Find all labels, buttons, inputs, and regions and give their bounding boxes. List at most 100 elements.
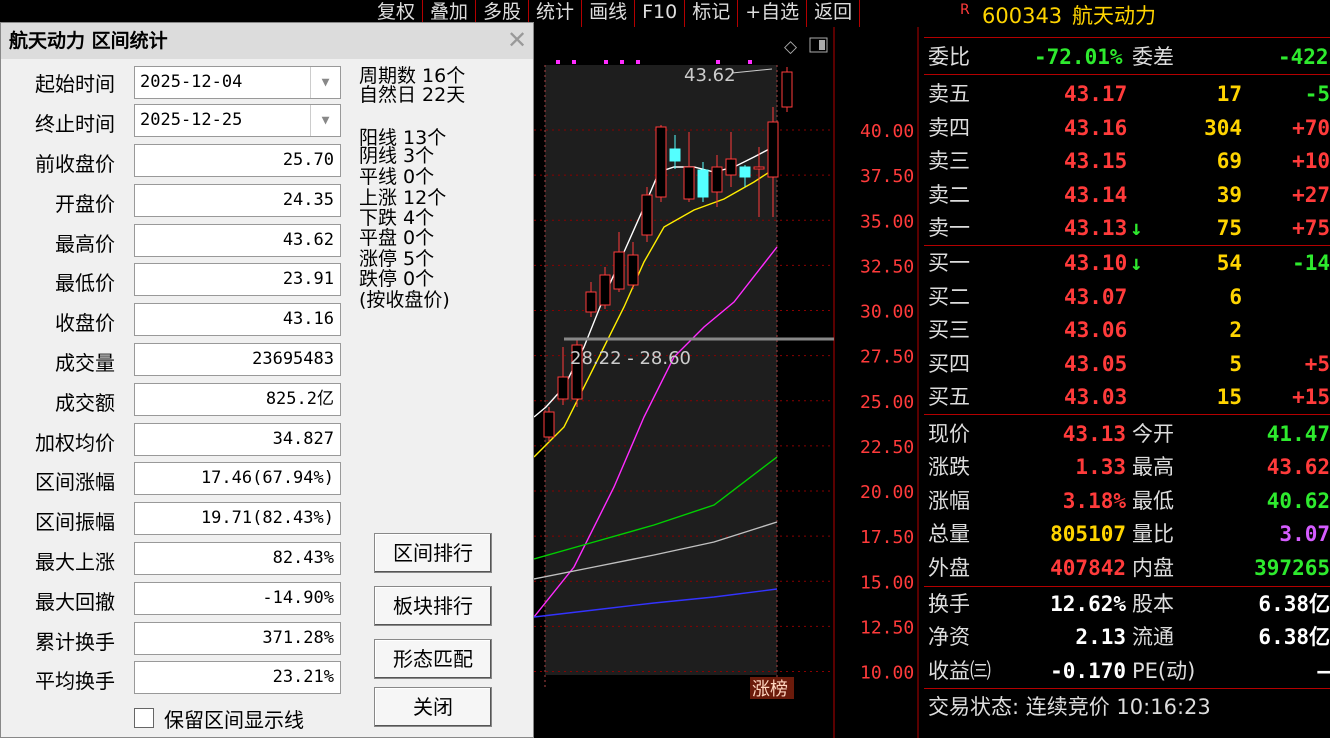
- field-value[interactable]: 23.91: [134, 263, 341, 297]
- candle-body[interactable]: [613, 251, 625, 290]
- field-value[interactable]: 19.71(82.43%): [134, 502, 341, 536]
- level-volume: 75: [1216, 216, 1242, 241]
- stat-label: 内盘: [1132, 555, 1174, 580]
- stat-value: 41.47: [1266, 422, 1330, 446]
- end-time-select[interactable]: 2025-12-25 ▼: [134, 104, 341, 137]
- candle-body[interactable]: [739, 166, 751, 178]
- divider: [924, 586, 1330, 587]
- field-value[interactable]: 43.16: [134, 303, 341, 337]
- level-change: +75: [1292, 216, 1330, 241]
- range-info-line: (按收盘价): [359, 289, 450, 311]
- chevron-down-icon[interactable]: ▼: [310, 67, 340, 98]
- range-info-line: 自然日 22天: [359, 84, 466, 106]
- level-label: 买二: [928, 284, 970, 309]
- candle-body[interactable]: [585, 291, 597, 313]
- field-value[interactable]: -14.90%: [134, 581, 341, 615]
- level-price: 43.03: [1064, 385, 1128, 410]
- level-label: 卖五: [928, 82, 970, 106]
- stat-row: 涨跌 1.33 最高 43.62: [924, 451, 1330, 484]
- candle-body[interactable]: [669, 148, 681, 162]
- field-value[interactable]: 25.70: [134, 144, 341, 177]
- candle-body[interactable]: [767, 121, 779, 178]
- toolbar-draw-button[interactable]: 画线: [582, 0, 636, 27]
- dialog-title[interactable]: 航天动力 区间统计: [1, 23, 533, 59]
- field-value[interactable]: 825.2亿: [134, 382, 341, 416]
- price-tick-label: 37.50: [860, 166, 914, 187]
- kline-chart-canvas[interactable]: 40.00 37.50 35.00 32.50 30.00 27.50 25.00 22.50…: [534, 27, 924, 738]
- kline-chart[interactable]: 40.00 37.50 35.00 32.50 30.00 27.50 25.00 22.50…: [534, 27, 924, 738]
- candle-body[interactable]: [711, 166, 723, 193]
- rank-tag[interactable]: 涨榜: [752, 679, 788, 700]
- level-price: 43.14: [1064, 182, 1128, 207]
- field-value[interactable]: 43.62: [134, 223, 341, 257]
- level-price: 43.06: [1064, 318, 1128, 343]
- toolbar-f10-button[interactable]: F10: [635, 0, 686, 27]
- trade-status-row: 交易状态: 连续竞价 10:16:23: [924, 691, 1330, 724]
- start-time-select[interactable]: 2025-12-04 ▼: [134, 66, 341, 99]
- stat-label: 总量: [928, 522, 970, 547]
- field-value[interactable]: 24.35: [134, 183, 341, 217]
- level-change: +70: [1292, 115, 1330, 140]
- stat-label: 现价: [928, 422, 970, 446]
- sector-rank-button[interactable]: 板块排行: [374, 586, 492, 626]
- stat-row: 外盘 407842 内盘 397265: [924, 552, 1330, 585]
- level-price: 43.13: [1064, 216, 1128, 241]
- stat-value: 407842: [1050, 555, 1126, 580]
- weicha-value: -422: [1278, 45, 1329, 69]
- level-change: -5: [1304, 82, 1330, 106]
- field-value[interactable]: 371.28%: [134, 621, 341, 655]
- candle-body[interactable]: [655, 126, 667, 198]
- close-button[interactable]: 关闭: [374, 687, 492, 727]
- field-value[interactable]: 23695483: [134, 343, 341, 376]
- stat-label: 涨幅: [928, 488, 970, 513]
- candle-body[interactable]: [781, 71, 793, 108]
- level-volume: 15: [1216, 385, 1242, 410]
- pattern-match-button[interactable]: 形态匹配: [374, 639, 492, 679]
- stat-row: 收益㈢ -0.170 PE(动) –: [924, 655, 1330, 688]
- start-time-value: 2025-12-04: [140, 72, 243, 92]
- stat-row: 涨幅 3.18% 最低 40.62: [924, 485, 1330, 518]
- toolbar-back-button[interactable]: 返回: [807, 0, 861, 27]
- candle-body[interactable]: [599, 274, 611, 306]
- toolbar-add-watchlist-button[interactable]: +自选: [738, 0, 808, 27]
- range-rank-button[interactable]: 区间排行: [374, 533, 492, 573]
- high-price-annotation: 43.62: [684, 65, 736, 86]
- stat-label: 换手: [928, 592, 970, 616]
- candle-body[interactable]: [697, 169, 709, 198]
- level-price: 43.17: [1064, 82, 1128, 106]
- candle-body[interactable]: [683, 166, 695, 200]
- close-icon[interactable]: ✕: [505, 28, 529, 52]
- price-tick-label: 30.00: [860, 302, 914, 323]
- range-info-line: 阴线 3个: [359, 145, 435, 167]
- chevron-down-icon[interactable]: ▼: [310, 105, 340, 136]
- price-tick-label: 25.00: [860, 392, 914, 413]
- candle-body[interactable]: [557, 376, 569, 400]
- field-value[interactable]: 34.827: [134, 422, 341, 456]
- field-value[interactable]: 23.21%: [134, 661, 341, 695]
- candle-body[interactable]: [641, 194, 653, 236]
- keep-range-checkbox[interactable]: [134, 708, 154, 728]
- signal-marker: [556, 60, 560, 64]
- field-value[interactable]: 82.43%: [134, 542, 341, 575]
- diamond-icon[interactable]: ◇: [784, 37, 798, 57]
- stat-value: 40.62: [1266, 488, 1330, 513]
- level-volume: 5: [1229, 351, 1242, 376]
- stat-value: 12.62%: [1050, 592, 1126, 616]
- asks-row: 卖一 43.13 ↓ 75 +75: [924, 212, 1330, 245]
- candle-body[interactable]: [627, 254, 639, 286]
- divider: [924, 245, 1330, 246]
- stat-row: 现价 43.13 今开 41.47: [924, 418, 1330, 451]
- level-label: 卖三: [928, 149, 970, 174]
- field-label: 成交额: [55, 390, 115, 415]
- candle-body[interactable]: [543, 411, 555, 438]
- bids-row: 买四 43.05 5 +5: [924, 348, 1330, 381]
- toolbar-mark-button[interactable]: 标记: [685, 0, 739, 27]
- toolbar-stats-button[interactable]: 统计: [529, 0, 583, 27]
- candle-body[interactable]: [725, 158, 737, 176]
- stat-row: 净资 2.13 流通 6.38亿: [924, 621, 1330, 654]
- keep-range-label[interactable]: 保留区间显示线: [164, 704, 304, 733]
- candle-body[interactable]: [753, 166, 765, 170]
- r-flag: R: [960, 2, 970, 18]
- field-value[interactable]: 17.46(67.94%): [134, 462, 341, 496]
- stat-label: 涨跌: [928, 455, 970, 480]
